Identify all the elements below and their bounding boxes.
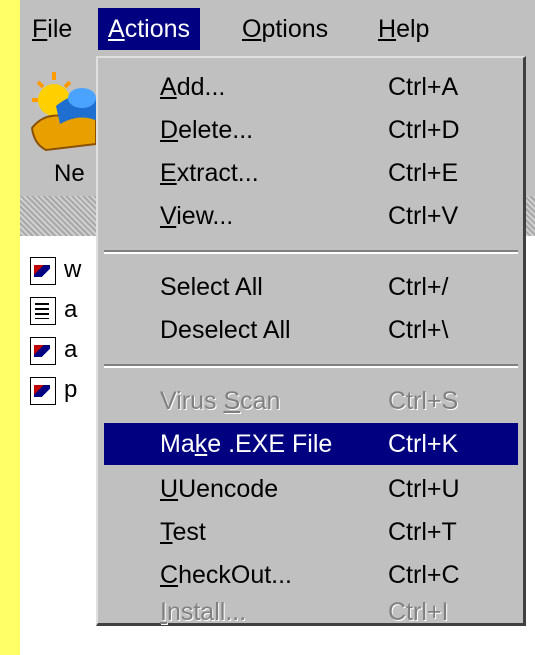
menu-item-virus-scan: Virus Scan Ctrl+S xyxy=(104,380,518,422)
menu-actions[interactable]: Actions xyxy=(98,8,200,50)
menu-item-test[interactable]: Test Ctrl+T xyxy=(104,511,518,553)
menu-item-uuencode[interactable]: UUencode Ctrl+U xyxy=(104,468,518,510)
shortcut-label: Ctrl+C xyxy=(388,561,460,589)
actions-dropdown-menu: Add... Ctrl+A Delete... Ctrl+D Extract..… xyxy=(96,56,526,626)
shortcut-label: Ctrl+/ xyxy=(388,273,449,301)
shortcut-label: Ctrl+T xyxy=(388,518,457,546)
menu-separator xyxy=(104,364,518,368)
text-file-icon xyxy=(30,296,56,325)
new-archive-button[interactable] xyxy=(26,66,102,156)
shortcut-label: Ctrl+\ xyxy=(388,316,449,344)
menu-item-make-exe[interactable]: Make .EXE File Ctrl+K xyxy=(104,423,518,465)
image-file-icon xyxy=(30,336,56,365)
menu-item-deselect-all[interactable]: Deselect All Ctrl+\ xyxy=(104,309,518,351)
new-archive-icon xyxy=(30,72,100,152)
shortcut-label: Ctrl+A xyxy=(388,73,459,101)
menu-file[interactable]: File xyxy=(22,8,82,50)
new-button-label: Ne xyxy=(54,160,85,187)
shortcut-label: Ctrl+U xyxy=(388,475,460,503)
menu-item-delete[interactable]: Delete... Ctrl+D xyxy=(104,109,518,151)
menu-bar: File Actions Options Help xyxy=(20,0,535,56)
shortcut-label: Ctrl+D xyxy=(388,116,460,144)
image-file-icon xyxy=(30,256,56,285)
menu-options[interactable]: Options xyxy=(232,8,338,50)
menu-item-select-all[interactable]: Select All Ctrl+/ xyxy=(104,266,518,308)
menu-item-install: Install... Ctrl+I xyxy=(160,598,449,626)
shortcut-label: Ctrl+K xyxy=(388,430,459,458)
menu-item-view[interactable]: View... Ctrl+V xyxy=(104,195,518,237)
menu-item-add[interactable]: Add... Ctrl+A xyxy=(104,66,518,108)
list-item[interactable]: a xyxy=(30,296,77,332)
menu-separator xyxy=(104,250,518,254)
shortcut-label: Ctrl+I xyxy=(388,598,449,626)
shortcut-label: Ctrl+E xyxy=(388,159,459,187)
image-file-icon xyxy=(30,376,56,405)
list-item[interactable]: w xyxy=(30,256,81,292)
list-item[interactable]: a xyxy=(30,336,77,372)
shortcut-label: Ctrl+V xyxy=(388,202,459,230)
menu-help[interactable]: Help xyxy=(368,8,439,50)
shortcut-label: Ctrl+S xyxy=(388,387,459,415)
menu-item-extract[interactable]: Extract... Ctrl+E xyxy=(104,152,518,194)
menu-item-checkout[interactable]: CheckOut... Ctrl+C xyxy=(104,554,518,596)
list-item[interactable]: p xyxy=(30,376,77,412)
